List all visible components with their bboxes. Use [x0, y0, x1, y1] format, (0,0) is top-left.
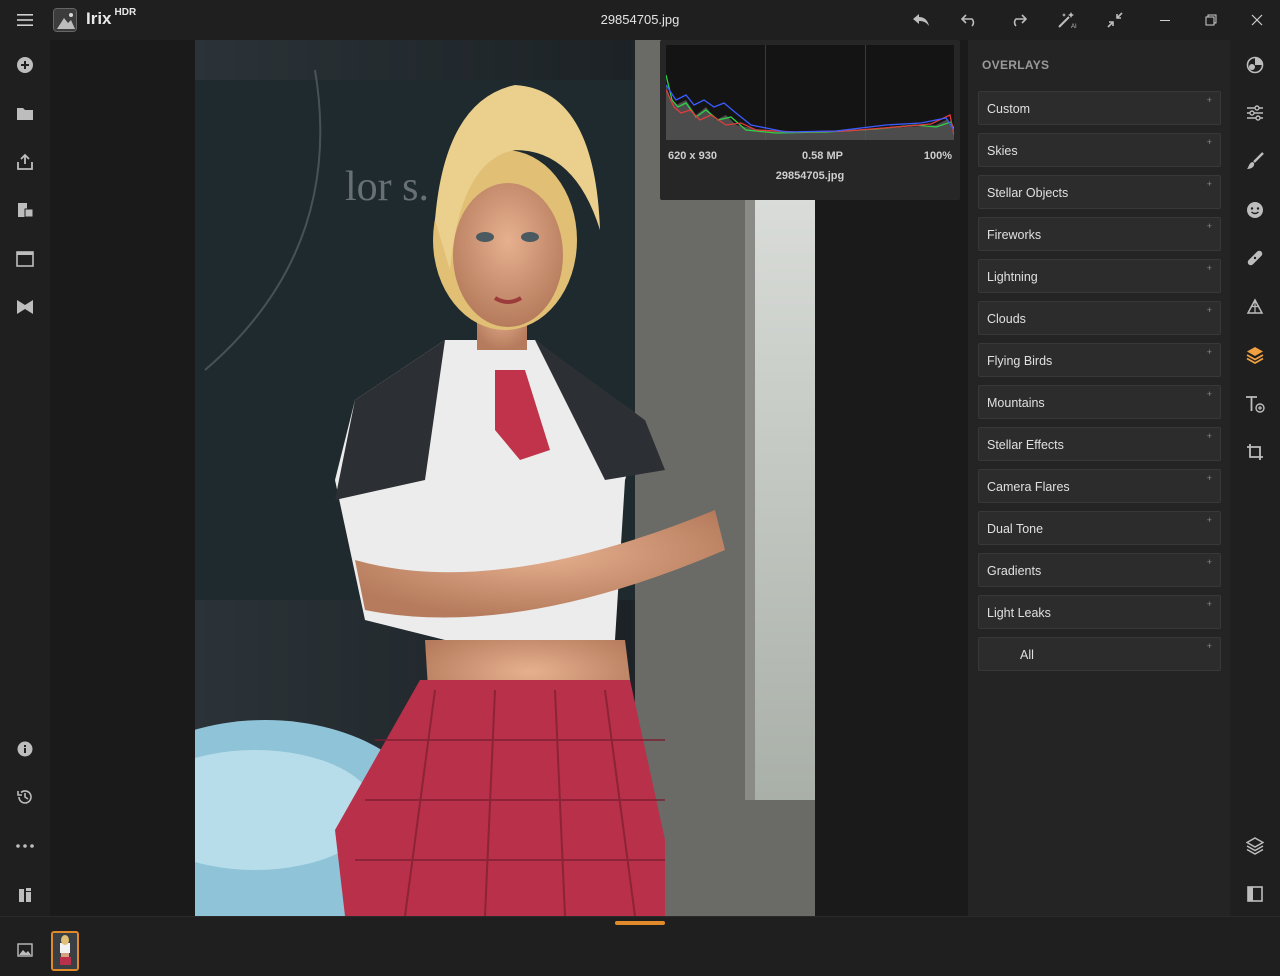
overlays-layers-icon[interactable]	[1241, 341, 1269, 369]
histogram-megapixels: 0.58 MP	[802, 150, 843, 162]
hamburger-menu-icon[interactable]	[10, 8, 40, 32]
add-overlay-icon[interactable]: +	[1207, 641, 1212, 651]
brush-icon[interactable]	[1241, 147, 1269, 175]
add-overlay-icon[interactable]: +	[1207, 263, 1212, 273]
gallery-icon[interactable]	[14, 939, 36, 961]
overlay-item-flying-birds[interactable]: Flying Birds +	[978, 343, 1221, 377]
app-logo-icon	[53, 8, 77, 32]
overlay-item-lightning[interactable]: Lightning +	[978, 259, 1221, 293]
add-overlay-icon[interactable]: +	[1207, 515, 1212, 525]
redo-icon[interactable]	[1002, 8, 1034, 32]
overlay-item-custom[interactable]: Custom +	[978, 91, 1221, 125]
overlay-item-label: Flying Birds	[987, 354, 1053, 368]
overlay-item-stellar-effects[interactable]: Stellar Effects +	[978, 427, 1221, 461]
folder-icon[interactable]	[10, 98, 40, 128]
undo-icon[interactable]	[954, 8, 986, 32]
restore-icon[interactable]	[1188, 0, 1234, 40]
app-brand: Irix HDR	[86, 7, 137, 29]
histogram-graph	[666, 45, 954, 140]
app-name: Irix	[86, 9, 112, 28]
overlay-item-label: All	[1020, 648, 1034, 662]
svg-text:lor s.: lor s.	[345, 164, 429, 210]
overlay-item-label: Camera Flares	[987, 480, 1070, 494]
face-icon[interactable]	[1241, 196, 1269, 224]
irix-hdr-window: Irix HDR 29854705.jpg AI lor s. 620 x 93…	[0, 0, 1280, 976]
heal-icon[interactable]	[1241, 244, 1269, 272]
add-overlay-icon[interactable]: +	[1207, 389, 1212, 399]
exit-fullscreen-icon[interactable]	[1099, 8, 1131, 32]
window-file-title: 29854705.jpg	[600, 12, 680, 27]
transform-icon[interactable]	[1241, 293, 1269, 321]
overlay-item-skies[interactable]: Skies +	[978, 133, 1221, 167]
flag-icon[interactable]	[10, 292, 40, 322]
overlay-item-all[interactable]: All +	[978, 637, 1221, 671]
overlay-item-label: Fireworks	[987, 228, 1042, 242]
add-overlay-icon[interactable]: +	[1207, 347, 1212, 357]
overlay-item-clouds[interactable]: Clouds +	[978, 301, 1221, 335]
ai-magic-wand-icon[interactable]: AI	[1051, 8, 1083, 32]
overlay-item-stellar-objects[interactable]: Stellar Objects +	[978, 175, 1221, 209]
overlay-item-camera-flares[interactable]: Camera Flares +	[978, 469, 1221, 503]
add-overlay-icon[interactable]: +	[1207, 221, 1212, 231]
crop-icon[interactable]	[1241, 438, 1269, 466]
overlays-title: OVERLAYS	[982, 58, 1050, 72]
overlays-panel: OVERLAYS Custom + Skies + Stellar Object…	[968, 40, 1230, 916]
filmstrip-drag-handle[interactable]	[615, 921, 665, 925]
window-icon[interactable]	[10, 244, 40, 274]
batch-icon[interactable]	[10, 195, 40, 225]
compare-icon[interactable]	[10, 880, 40, 910]
filmstrip-thumbnail[interactable]	[51, 931, 79, 971]
overlay-item-label: Gradients	[987, 564, 1042, 578]
history-icon[interactable]	[10, 782, 40, 812]
overlay-item-fireworks[interactable]: Fireworks +	[978, 217, 1221, 251]
overlay-item-label: Stellar Objects	[987, 186, 1069, 200]
add-overlay-icon[interactable]: +	[1207, 179, 1212, 189]
overlay-item-dual-tone[interactable]: Dual Tone +	[978, 511, 1221, 545]
presets-icon[interactable]	[1241, 51, 1269, 79]
histogram-panel: 620 x 930 0.58 MP 100% 29854705.jpg	[660, 40, 960, 200]
add-overlay-icon[interactable]: +	[1207, 557, 1212, 567]
histogram-dimensions: 620 x 930	[668, 150, 717, 162]
revert-icon[interactable]	[905, 8, 937, 32]
overlay-item-label: Skies	[987, 144, 1018, 158]
histogram-zoom: 100%	[923, 150, 952, 162]
layers-stack-icon[interactable]	[1241, 832, 1269, 860]
text-icon[interactable]	[1241, 390, 1269, 418]
more-icon[interactable]	[10, 831, 40, 861]
info-icon[interactable]	[10, 734, 40, 764]
add-overlay-icon[interactable]: +	[1207, 305, 1212, 315]
title-bar: Irix HDR 29854705.jpg AI	[0, 0, 1280, 40]
add-overlay-icon[interactable]: +	[1207, 137, 1212, 147]
filmstrip-bar	[0, 916, 1280, 976]
overlay-item-label: Light Leaks	[987, 606, 1051, 620]
minimize-icon[interactable]	[1142, 0, 1188, 40]
overlay-item-label: Stellar Effects	[987, 438, 1064, 452]
overlay-item-label: Clouds	[987, 312, 1026, 326]
overlay-item-label: Custom	[987, 102, 1031, 116]
export-icon[interactable]	[10, 147, 40, 177]
add-icon[interactable]	[10, 50, 40, 80]
add-overlay-icon[interactable]: +	[1207, 599, 1212, 609]
split-view-icon[interactable]	[1241, 880, 1269, 908]
add-overlay-icon[interactable]: +	[1207, 473, 1212, 483]
close-icon[interactable]	[1234, 0, 1280, 40]
svg-text:AI: AI	[1071, 24, 1077, 29]
right-toolbar	[1230, 40, 1280, 916]
adjust-sliders-icon[interactable]	[1241, 99, 1269, 127]
overlay-item-mountains[interactable]: Mountains +	[978, 385, 1221, 419]
overlay-item-light-leaks[interactable]: Light Leaks +	[978, 595, 1221, 629]
overlay-item-label: Mountains	[987, 396, 1045, 410]
app-name-suffix: HDR	[114, 7, 137, 19]
left-sidebar	[0, 40, 50, 916]
histogram-filename: 29854705.jpg	[775, 170, 845, 182]
overlay-item-label: Lightning	[987, 270, 1038, 284]
add-overlay-icon[interactable]: +	[1207, 431, 1212, 441]
overlay-item-label: Dual Tone	[987, 522, 1044, 536]
overlay-item-gradients[interactable]: Gradients +	[978, 553, 1221, 587]
add-overlay-icon[interactable]: +	[1207, 95, 1212, 105]
